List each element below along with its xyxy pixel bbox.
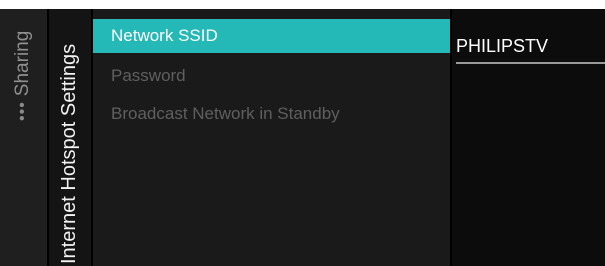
- menu-item-password[interactable]: Password: [93, 59, 450, 92]
- breadcrumb-label: Sharing: [12, 30, 33, 97]
- more-dots-icon: •••: [14, 101, 31, 121]
- breadcrumb[interactable]: ••• Sharing: [10, 31, 36, 121]
- settings-menu: Network SSID Password Broadcast Network …: [93, 9, 450, 266]
- section-title-column: Internet Hotspot Settings: [49, 9, 91, 266]
- tv-settings-screen: ••• Sharing Internet Hotspot Settings Ne…: [0, 9, 605, 266]
- input-underline: [456, 62, 605, 64]
- detail-panel: PHILIPSTV: [452, 9, 605, 266]
- menu-item-broadcast-network-in-standby[interactable]: Broadcast Network in Standby: [93, 97, 450, 130]
- ssid-value[interactable]: PHILIPSTV: [456, 33, 548, 59]
- menu-item-network-ssid[interactable]: Network SSID: [93, 19, 450, 53]
- section-title: Internet Hotspot Settings: [58, 43, 80, 264]
- breadcrumb-column[interactable]: ••• Sharing: [0, 9, 47, 266]
